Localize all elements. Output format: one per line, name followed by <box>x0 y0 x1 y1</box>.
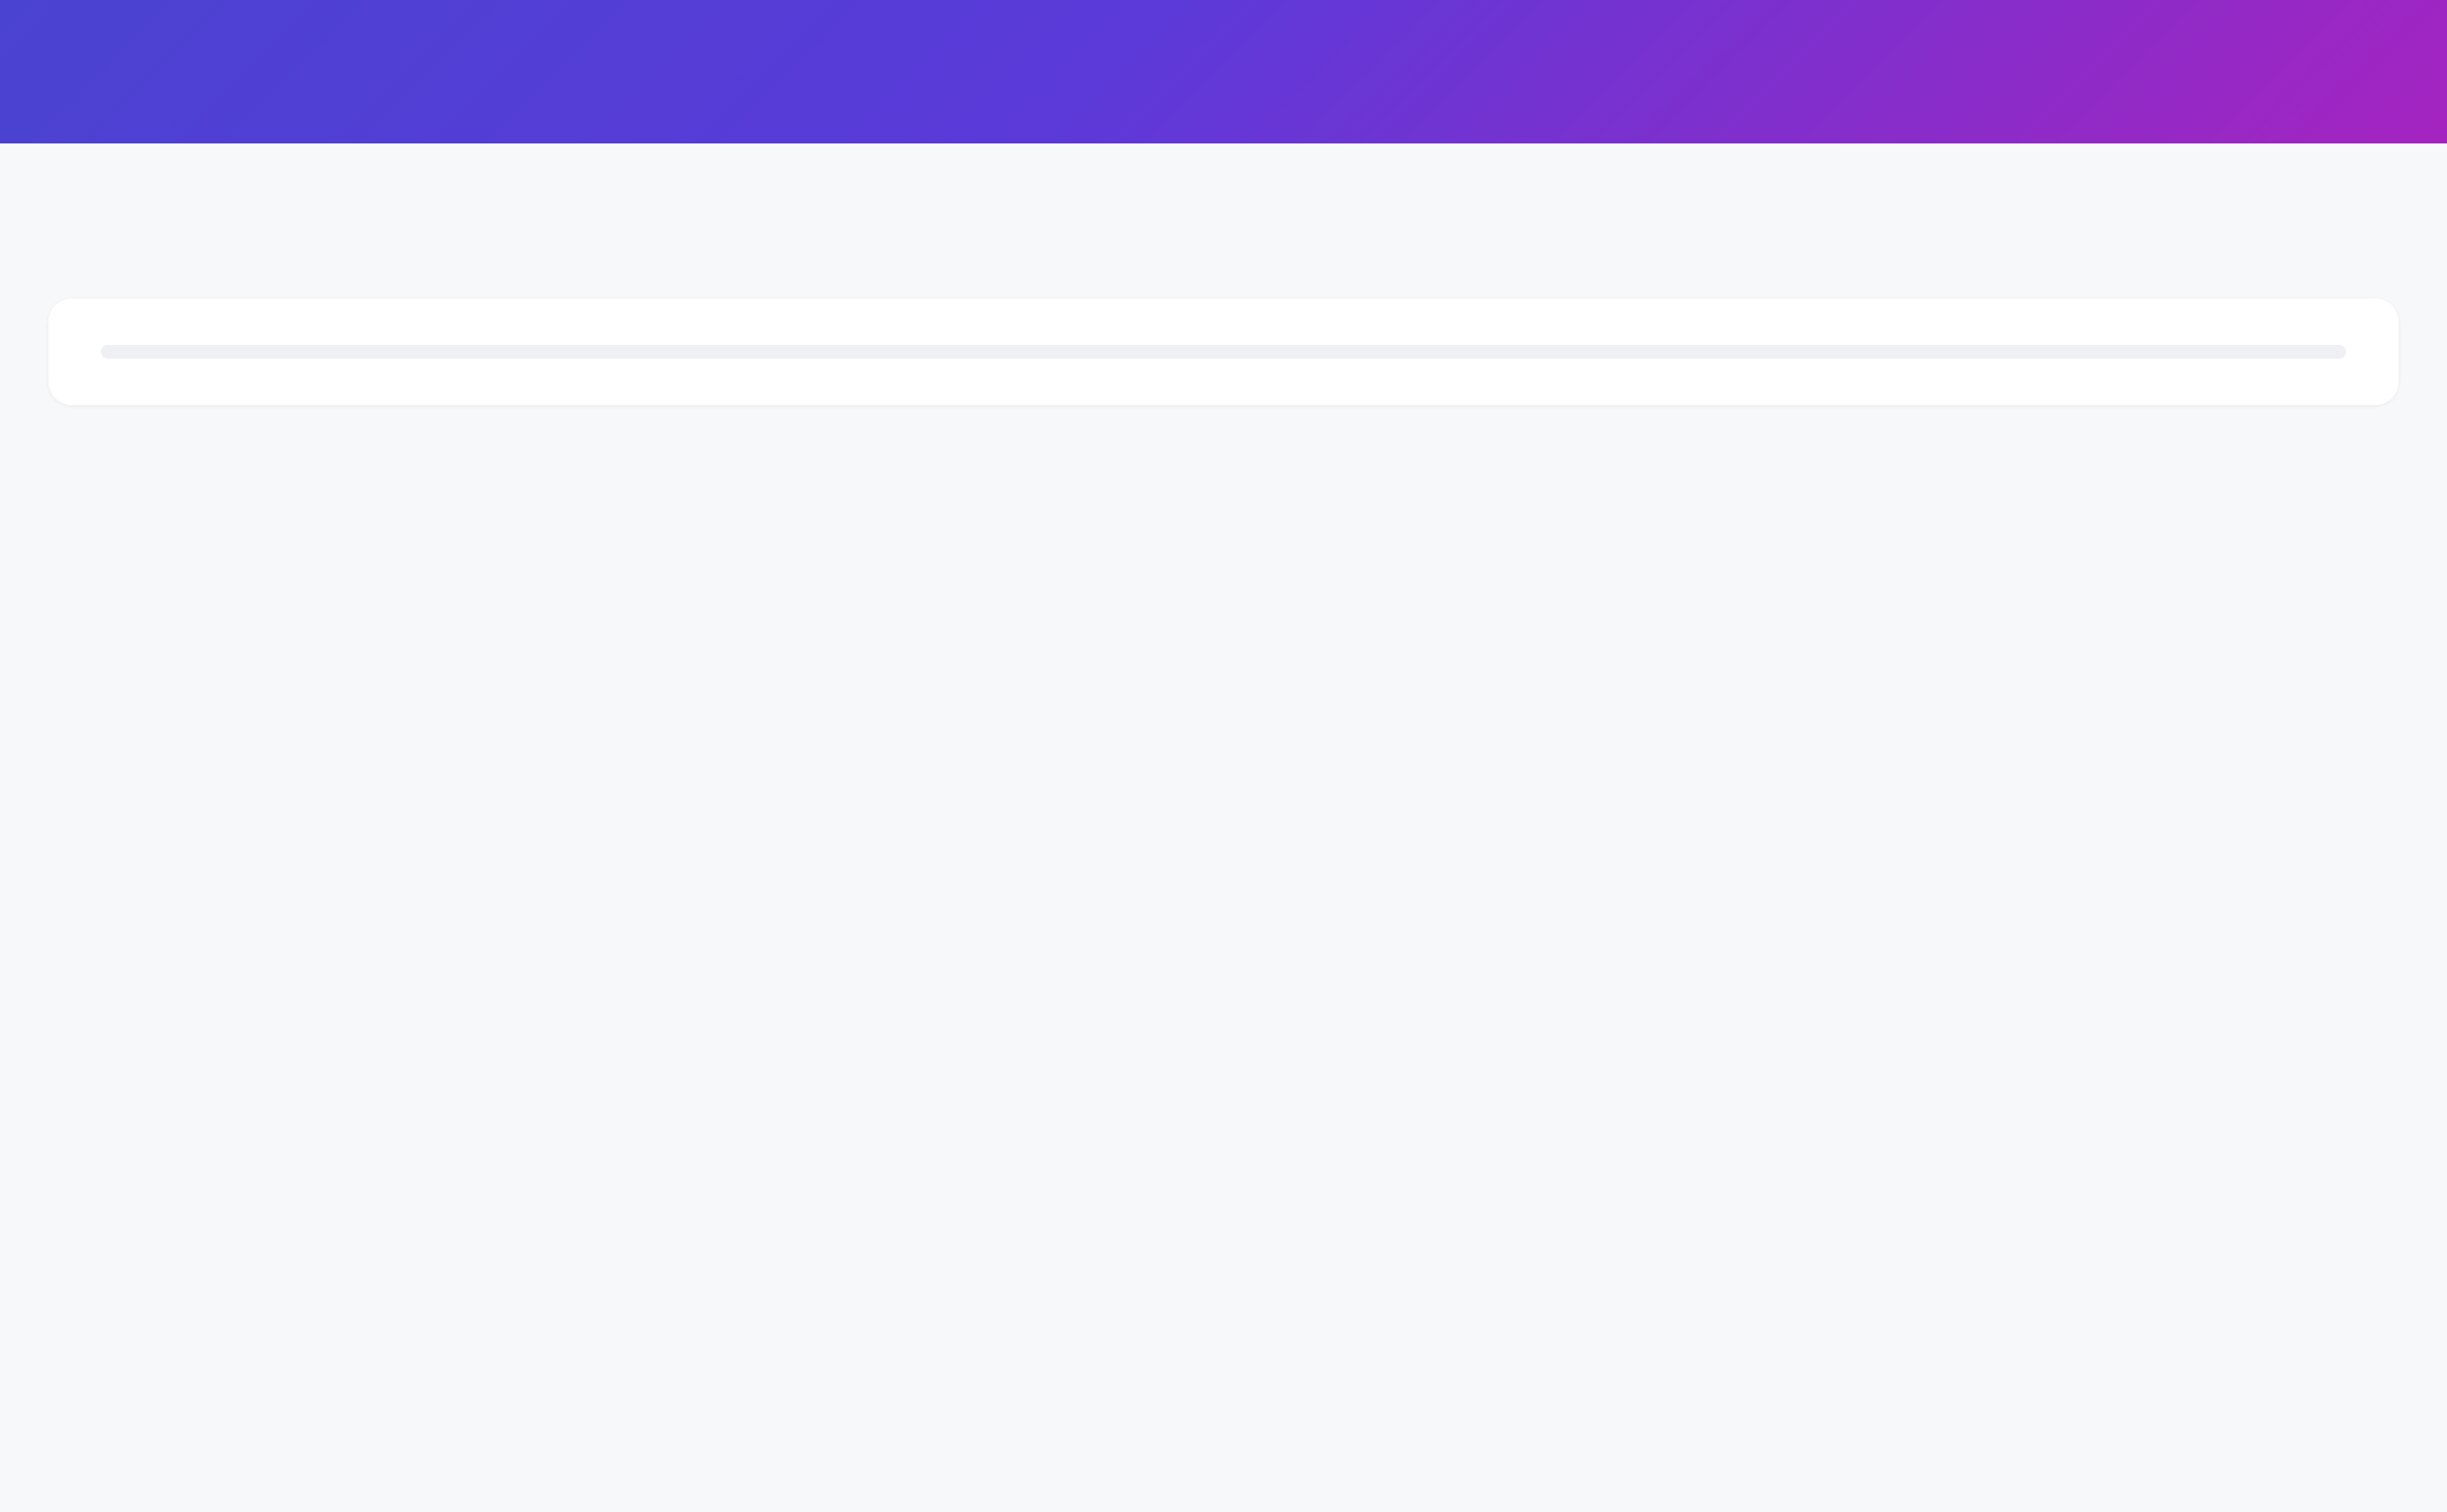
top-navbar <box>0 0 2447 143</box>
tabs-strip <box>101 345 2346 359</box>
page-header <box>0 143 2447 217</box>
tabs-panel <box>48 299 2399 405</box>
